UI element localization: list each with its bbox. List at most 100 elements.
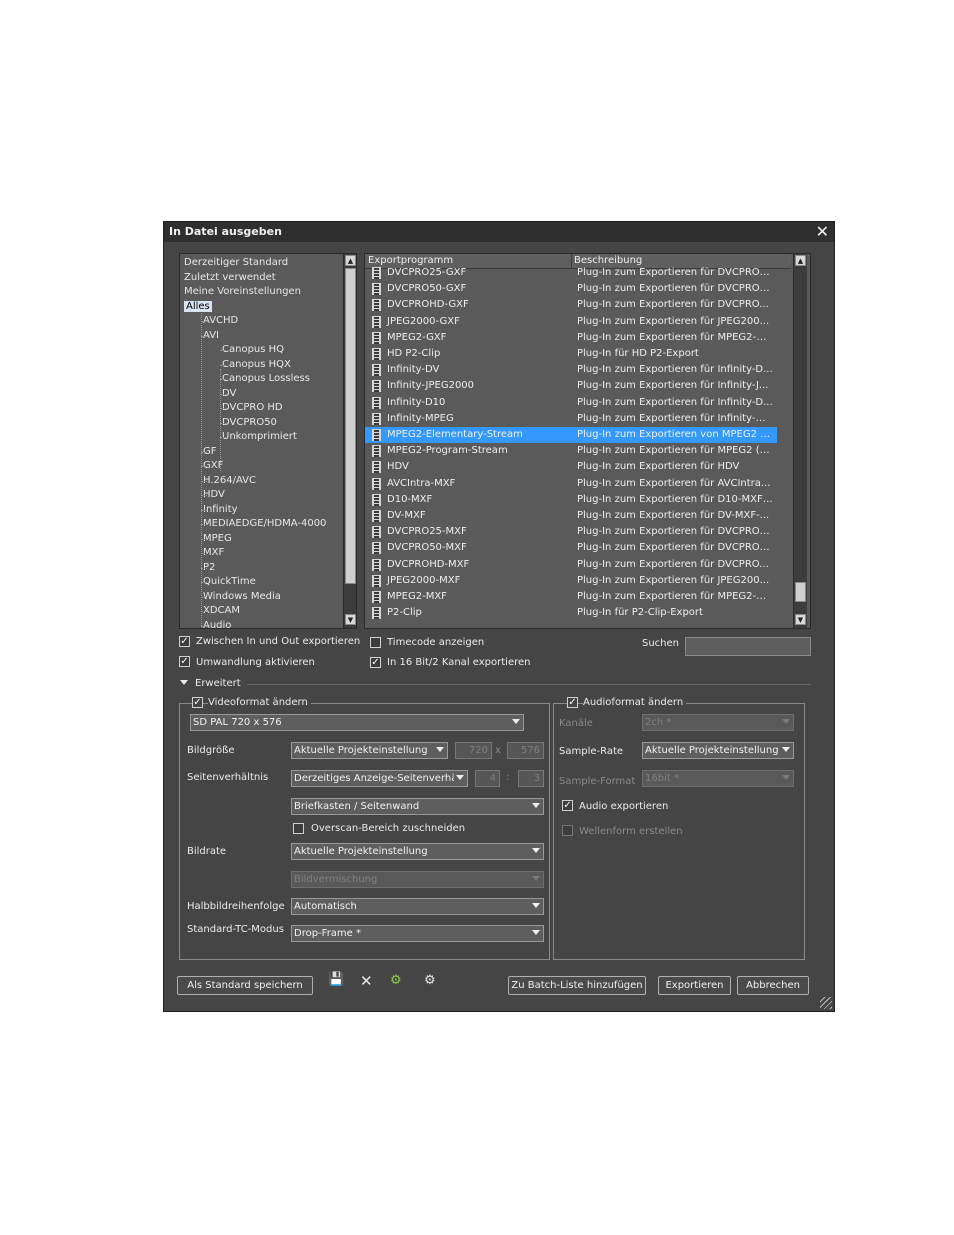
- tree-item[interactable]: Alles: [184, 300, 212, 314]
- save-icon[interactable]: 💾: [328, 972, 344, 987]
- letterbox-select[interactable]: Briefkasten / Seitenwand: [291, 798, 544, 815]
- tree-item[interactable]: DVCPRO50: [222, 416, 277, 430]
- size-separator: x: [495, 745, 501, 756]
- scroll-down-icon[interactable]: ▼: [345, 614, 356, 625]
- film-icon: [372, 429, 381, 441]
- exporter-name: JPEG2000-GXF: [387, 315, 460, 327]
- exporter-row[interactable]: DVCPROHD-MXF Plug-In zum Exportieren für …: [365, 557, 777, 573]
- show-timecode-checkbox[interactable]: [370, 637, 381, 648]
- exporter-row[interactable]: Infinity-D10 Plug-In zum Exportieren für …: [365, 395, 777, 411]
- category-tree[interactable]: Derzeitiger Standard Zuletzt verwendet Mei…: [179, 253, 357, 629]
- overscan-checkbox[interactable]: [293, 823, 304, 834]
- tree-item[interactable]: Canopus HQX: [222, 358, 291, 372]
- tree-item[interactable]: Infinity: [203, 503, 238, 517]
- import-preset-icon[interactable]: ⚙: [390, 973, 402, 988]
- exporter-row[interactable]: JPEG2000-MXF Plug-In zum Exportieren für …: [365, 573, 777, 589]
- save-default-button[interactable]: Als Standard speichern: [177, 976, 313, 995]
- exporter-name: Infinity-D10: [387, 396, 446, 408]
- exporter-row[interactable]: P2-Clip Plug-In für P2-Clip-Export: [365, 605, 777, 621]
- exporter-row[interactable]: DV-MXF Plug-In zum Exportieren für DV-MXF…: [365, 508, 777, 524]
- advanced-label[interactable]: Erweitert: [195, 678, 241, 689]
- exporter-row[interactable]: DVCPRO25-MXF Plug-In zum Exportieren für …: [365, 524, 777, 540]
- exporter-row[interactable]: DVCPRO50-GXF Plug-In zum Exportieren für …: [365, 281, 777, 297]
- tree-item[interactable]: Zuletzt verwendet: [184, 271, 276, 285]
- tree-item[interactable]: Derzeitiger Standard: [184, 256, 288, 270]
- tree-item[interactable]: Canopus Lossless: [222, 372, 310, 386]
- tc-mode-select[interactable]: Drop-Frame *: [291, 925, 544, 942]
- exporter-row[interactable]: MPEG2-Elementary-Stream Plug-In zum Expor…: [365, 427, 777, 443]
- tree-item[interactable]: AVCHD: [203, 314, 238, 328]
- frame-size-select[interactable]: Aktuelle Projekteinstellung: [291, 742, 448, 759]
- exporter-row[interactable]: MPEG2-GXF Plug-In zum Exportieren für MPE…: [365, 330, 777, 346]
- export-16bit-checkbox[interactable]: ✓: [370, 657, 381, 668]
- tree-item[interactable]: DVCPRO HD: [222, 401, 283, 415]
- sample-format-select[interactable]: 16bit *: [642, 770, 794, 787]
- exporter-list[interactable]: Exportprogramm Beschreibung DVCPRO25-GXF…: [364, 253, 811, 629]
- tree-item[interactable]: Windows Media: [203, 590, 281, 604]
- tree-item[interactable]: Canopus HQ: [222, 343, 284, 357]
- waveform-checkbox[interactable]: [562, 825, 573, 836]
- close-icon[interactable]: ✕: [816, 222, 829, 242]
- search-input[interactable]: [685, 637, 811, 656]
- list-scrollbar[interactable]: ▲ ▼: [793, 254, 807, 628]
- exporter-row[interactable]: AVCIntra-MXF Plug-In zum Exportieren für …: [365, 476, 777, 492]
- tree-item[interactable]: Audio: [203, 619, 231, 629]
- scroll-up-icon[interactable]: ▲: [795, 255, 806, 266]
- field-order-select[interactable]: Automatisch: [291, 898, 544, 915]
- tree-item[interactable]: MPEG: [203, 532, 232, 546]
- export-dialog: In Datei ausgeben ✕ Derzeitiger Standard…: [163, 221, 835, 1012]
- exporter-row[interactable]: MPEG2-Program-Stream Plug-In zum Exportie…: [365, 443, 777, 459]
- resize-grip-icon[interactable]: [820, 997, 832, 1009]
- exporter-row[interactable]: HDV Plug-In zum Exportieren für HDV: [365, 459, 777, 475]
- film-icon: [372, 461, 381, 474]
- framerate-label: Bildrate: [187, 846, 227, 857]
- exporter-row[interactable]: DVCPRO25-GXF Plug-In zum Exportieren für …: [365, 265, 777, 281]
- export-preset-icon[interactable]: ⚙: [424, 973, 436, 988]
- height-field[interactable]: 576: [507, 742, 544, 759]
- tree-item[interactable]: Meine Voreinstellungen: [184, 285, 301, 299]
- tree-item[interactable]: H.264/AVC: [203, 474, 256, 488]
- exporter-description: Plug-In für HD P2-Export: [577, 348, 699, 359]
- exporter-row[interactable]: Infinity-MPEG Plug-In zum Exportieren für…: [365, 411, 777, 427]
- aspect-w-field[interactable]: 4: [475, 770, 500, 787]
- channels-select[interactable]: 2ch *: [642, 714, 794, 731]
- exporter-row[interactable]: DVCPRO50-MXF Plug-In zum Exportieren für …: [365, 540, 777, 556]
- aspect-ratio-select[interactable]: Derzeitiges Anzeige-Seitenverhält: [291, 770, 468, 787]
- scroll-down-icon[interactable]: ▼: [795, 614, 806, 625]
- sample-rate-select[interactable]: Aktuelle Projekteinstellung: [642, 742, 794, 759]
- video-preset-select[interactable]: SD PAL 720 x 576: [190, 714, 524, 731]
- exporter-name: HD P2-Clip: [387, 348, 441, 359]
- tree-item[interactable]: Unkomprimiert: [222, 430, 297, 444]
- aspect-h-field[interactable]: 3: [518, 770, 544, 787]
- between-in-out-checkbox[interactable]: ✓: [179, 636, 190, 647]
- conversion-checkbox[interactable]: ✓: [179, 656, 190, 667]
- framerate-select[interactable]: Aktuelle Projekteinstellung: [291, 843, 544, 860]
- scroll-thumb[interactable]: [795, 582, 806, 602]
- export-button[interactable]: Exportieren: [658, 976, 731, 995]
- exporter-row[interactable]: Infinity-DV Plug-In zum Exportieren für I…: [365, 362, 777, 378]
- tree-scrollbar[interactable]: ▲ ▼: [343, 254, 356, 628]
- exporter-description: Plug-In zum Exportieren für Infinity-M..…: [577, 412, 773, 424]
- video-format-checkbox[interactable]: ✓: [192, 697, 203, 708]
- cancel-button[interactable]: Abbrechen: [737, 976, 809, 995]
- exporter-row[interactable]: Infinity-JPEG2000 Plug-In zum Exportieren…: [365, 378, 777, 394]
- export-audio-checkbox[interactable]: ✓: [562, 800, 573, 811]
- exporter-row[interactable]: JPEG2000-GXF Plug-In zum Exportieren für …: [365, 314, 777, 330]
- scroll-thumb[interactable]: [345, 268, 356, 584]
- width-field[interactable]: 720: [455, 742, 492, 759]
- exporter-description: Plug-In zum Exportieren von MPEG2 (...: [577, 429, 773, 440]
- exporter-row[interactable]: DVCPROHD-GXF Plug-In zum Exportieren für …: [365, 297, 777, 313]
- audio-format-checkbox[interactable]: ✓: [567, 697, 578, 708]
- exporter-row[interactable]: HD P2-Clip Plug-In für HD P2-Export: [365, 346, 777, 362]
- expand-arrow-icon[interactable]: [180, 680, 188, 685]
- tree-item[interactable]: MEDIAEDGE/HDMA-4000: [203, 517, 326, 531]
- scroll-up-icon[interactable]: ▲: [345, 255, 356, 266]
- add-batch-button[interactable]: Zu Batch-Liste hinzufügen: [508, 976, 646, 995]
- exporter-row[interactable]: MPEG2-MXF Plug-In zum Exportieren für MPE…: [365, 589, 777, 605]
- exporter-row[interactable]: D10-MXF Plug-In zum Exportieren für D10-M…: [365, 492, 777, 508]
- tree-item[interactable]: QuickTime: [203, 575, 256, 589]
- tree-item[interactable]: XDCAM: [203, 604, 240, 618]
- frame-blend-select[interactable]: Bildvermischung: [291, 871, 544, 888]
- delete-icon[interactable]: ✕: [360, 972, 373, 990]
- film-icon: [372, 558, 381, 571]
